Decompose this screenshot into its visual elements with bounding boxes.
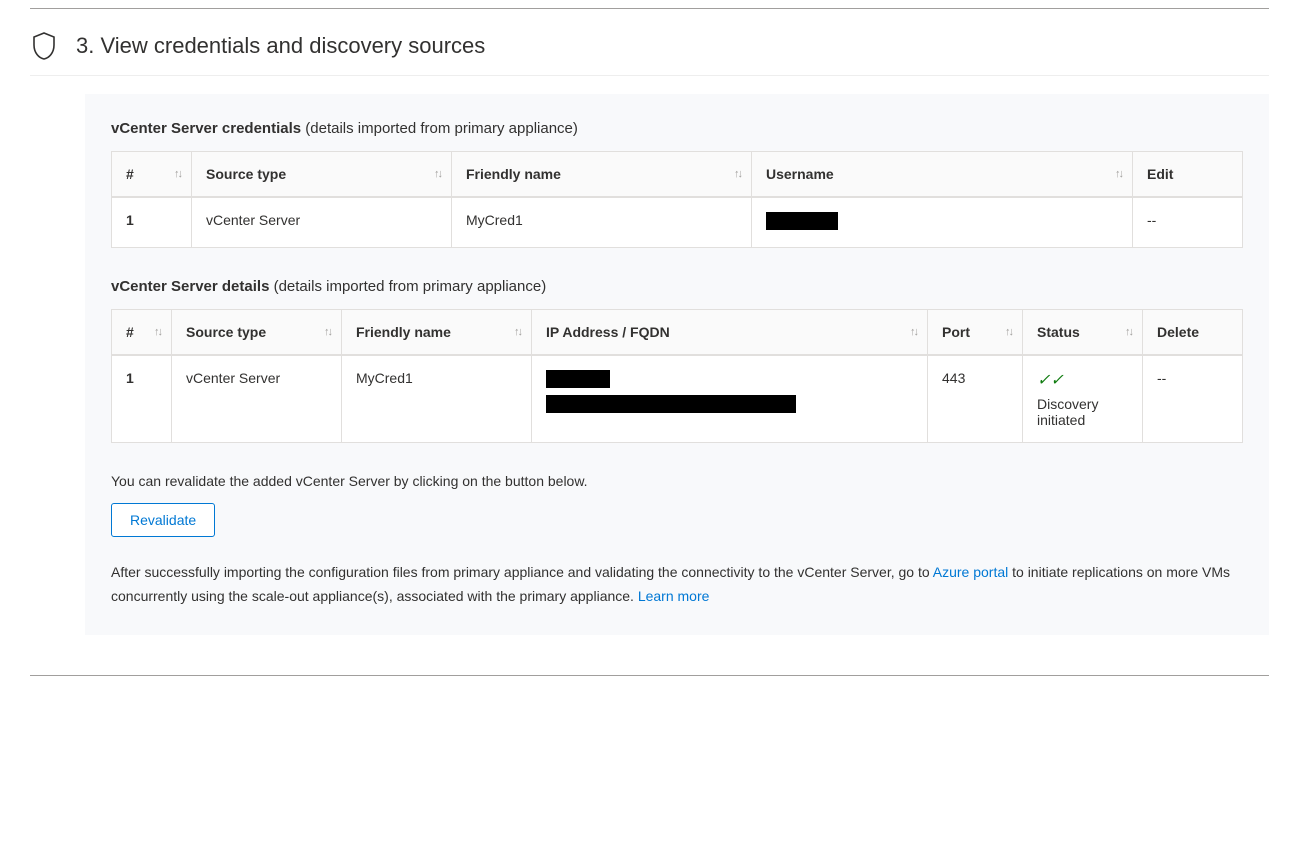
col-friendly-name[interactable]: Friendly name ↑↓ (342, 310, 532, 356)
cell-ip (532, 355, 928, 443)
cell-edit: -- (1133, 197, 1243, 248)
sort-icon[interactable]: ↑↓ (1125, 326, 1132, 338)
col-ip[interactable]: IP Address / FQDN ↑↓ (532, 310, 928, 356)
sort-icon[interactable]: ↑↓ (734, 168, 741, 180)
col-username[interactable]: Username ↑↓ (752, 152, 1133, 198)
col-friendly-name[interactable]: Friendly name ↑↓ (452, 152, 752, 198)
cell-username (752, 197, 1133, 248)
col-edit: Edit (1133, 152, 1243, 198)
credentials-heading-bold: vCenter Server credentials (111, 120, 301, 137)
redacted-block (766, 212, 838, 230)
details-heading-bold: vCenter Server details (111, 278, 269, 295)
cell-port: 443 (928, 355, 1023, 443)
details-heading-rest: (details imported from primary appliance… (269, 278, 546, 295)
cell-source-type: vCenter Server (192, 197, 452, 248)
cell-num: 1 (112, 197, 192, 248)
content-panel: vCenter Server credentials (details impo… (85, 94, 1269, 635)
table-row: 1 vCenter Server MyCred1 -- (112, 197, 1243, 248)
status-text: Discovery initiated (1037, 396, 1128, 428)
details-table: # ↑↓ Source type ↑↓ Friendly name ↑↓ IP … (111, 309, 1243, 443)
col-num[interactable]: # ↑↓ (112, 310, 172, 356)
col-source-type[interactable]: Source type ↑↓ (172, 310, 342, 356)
cell-friendly-name: MyCred1 (452, 197, 752, 248)
footer-part1: After successfully importing the configu… (111, 564, 933, 580)
revalidate-help-text: You can revalidate the added vCenter Ser… (111, 473, 1243, 489)
sort-icon[interactable]: ↑↓ (1005, 326, 1012, 338)
credentials-heading: vCenter Server credentials (details impo… (111, 120, 1243, 137)
bottom-divider (30, 675, 1269, 676)
shield-icon (30, 31, 58, 61)
cell-friendly-name: MyCred1 (342, 355, 532, 443)
cell-num: 1 (112, 355, 172, 443)
learn-more-link[interactable]: Learn more (638, 588, 710, 604)
sort-icon[interactable]: ↑↓ (174, 168, 181, 180)
cell-delete: -- (1143, 355, 1243, 443)
col-num[interactable]: # ↑↓ (112, 152, 192, 198)
col-port[interactable]: Port ↑↓ (928, 310, 1023, 356)
section-title-text: View credentials and discovery sources (100, 33, 485, 58)
credentials-table: # ↑↓ Source type ↑↓ Friendly name ↑↓ Use… (111, 151, 1243, 248)
footer-instruction: After successfully importing the configu… (111, 561, 1243, 609)
col-delete: Delete (1143, 310, 1243, 356)
section-number: 3. (76, 33, 94, 58)
sort-icon[interactable]: ↑↓ (514, 326, 521, 338)
redacted-block (546, 370, 610, 388)
azure-portal-link[interactable]: Azure portal (933, 564, 1008, 580)
redacted-block (546, 395, 796, 413)
details-heading: vCenter Server details (details imported… (111, 278, 1243, 295)
table-row: 1 vCenter Server MyCred1 443 ✓✓ Discover… (112, 355, 1243, 443)
col-status[interactable]: Status ↑↓ (1023, 310, 1143, 356)
top-divider (30, 8, 1269, 9)
sort-icon[interactable]: ↑↓ (434, 168, 441, 180)
col-source-type[interactable]: Source type ↑↓ (192, 152, 452, 198)
sort-icon[interactable]: ↑↓ (910, 326, 917, 338)
cell-source-type: vCenter Server (172, 355, 342, 443)
section-title: 3. View credentials and discovery source… (76, 33, 485, 59)
check-icon: ✓✓ (1037, 372, 1064, 389)
section-header: 3. View credentials and discovery source… (30, 17, 1269, 76)
cell-status: ✓✓ Discovery initiated (1023, 355, 1143, 443)
sort-icon[interactable]: ↑↓ (154, 326, 161, 338)
credentials-heading-rest: (details imported from primary appliance… (301, 120, 578, 137)
sort-icon[interactable]: ↑↓ (324, 326, 331, 338)
revalidate-button[interactable]: Revalidate (111, 503, 215, 537)
sort-icon[interactable]: ↑↓ (1115, 168, 1122, 180)
